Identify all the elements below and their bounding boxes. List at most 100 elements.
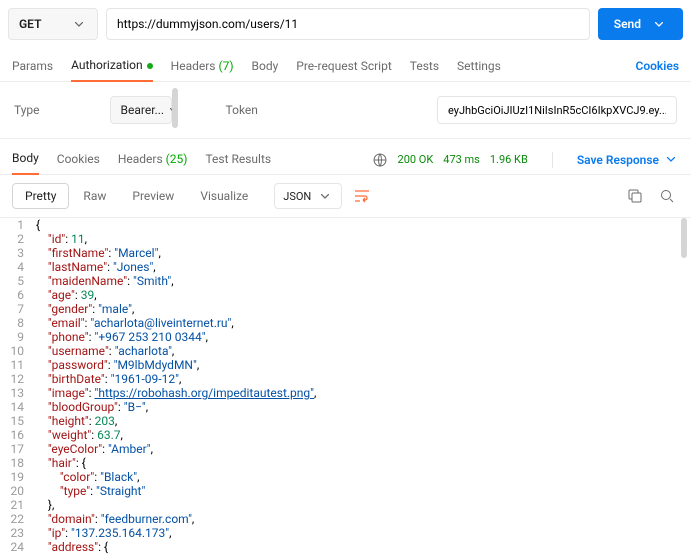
- line-content: "age": 39,: [36, 288, 97, 302]
- method-select[interactable]: GET: [8, 8, 98, 40]
- line-number: 11: [0, 358, 36, 372]
- chevron-down-icon: [651, 16, 667, 32]
- line-content: "id": 11,: [36, 232, 87, 246]
- line-number: 18: [0, 456, 36, 470]
- format-select[interactable]: JSON: [274, 183, 342, 209]
- view-preview-button[interactable]: Preview: [120, 184, 186, 208]
- line-number: 7: [0, 302, 36, 316]
- tab-prerequest[interactable]: Pre-request Script: [296, 53, 391, 81]
- cookies-link[interactable]: Cookies: [635, 53, 679, 81]
- line-number: 23: [0, 526, 36, 540]
- response-body[interactable]: 1{2 "id": 11,3 "firstName": "Marcel",4 "…: [0, 218, 691, 554]
- code-line: 23 "ip": "137.235.164.173",: [0, 526, 691, 540]
- wrap-lines-icon[interactable]: [354, 188, 370, 204]
- code-line: 3 "firstName": "Marcel",: [0, 246, 691, 260]
- copy-icon[interactable]: [627, 188, 643, 204]
- line-content: "maidenName": "Smith",: [36, 274, 174, 288]
- tab-headers[interactable]: Headers (7): [171, 53, 234, 81]
- code-line: 2 "id": 11,: [0, 232, 691, 246]
- tab-authorization[interactable]: Authorization: [71, 52, 153, 82]
- code-line: 14 "bloodGroup": "B−",: [0, 400, 691, 414]
- code-line: 4 "lastName": "Jones",: [0, 260, 691, 274]
- line-content: "address": {: [36, 540, 108, 554]
- tab-body[interactable]: Body: [252, 53, 279, 81]
- resp-tab-test-results[interactable]: Test Results: [205, 146, 271, 174]
- line-content: "image": "https://robohash.org/impeditau…: [36, 386, 316, 400]
- line-number: 20: [0, 484, 36, 498]
- line-content: "firstName": "Marcel",: [36, 246, 161, 260]
- chevron-down-icon: [317, 188, 333, 204]
- line-number: 4: [0, 260, 36, 274]
- url-input[interactable]: [106, 8, 590, 40]
- view-visualize-button[interactable]: Visualize: [188, 184, 260, 208]
- line-content: "username": "acharlota",: [36, 344, 174, 358]
- line-number: 24: [0, 540, 36, 554]
- line-content: {: [36, 218, 40, 232]
- line-number: 1: [0, 218, 36, 232]
- chevron-down-icon: [71, 16, 87, 32]
- tab-settings[interactable]: Settings: [457, 53, 501, 81]
- code-line: 7 "gender": "male",: [0, 302, 691, 316]
- line-content: },: [36, 498, 54, 512]
- line-number: 8: [0, 316, 36, 330]
- auth-type-select[interactable]: Bearer...: [110, 96, 172, 124]
- code-line: 8 "email": "acharlota@liveinternet.ru",: [0, 316, 691, 330]
- scrollbar-thumb[interactable]: [172, 88, 178, 128]
- line-number: 22: [0, 512, 36, 526]
- code-line: 11 "password": "M9lbMdydMN",: [0, 358, 691, 372]
- tab-tests[interactable]: Tests: [410, 53, 439, 81]
- code-line: 15 "height": 203,: [0, 414, 691, 428]
- chevron-down-icon: [663, 152, 679, 168]
- line-content: "domain": "feedburner.com",: [36, 512, 194, 526]
- line-content: "gender": "male",: [36, 302, 134, 316]
- code-line: 5 "maidenName": "Smith",: [0, 274, 691, 288]
- view-raw-button[interactable]: Raw: [71, 184, 118, 208]
- line-content: "bloodGroup": "B−",: [36, 400, 148, 414]
- line-number: 5: [0, 274, 36, 288]
- line-content: "lastName": "Jones",: [36, 260, 156, 274]
- resp-tab-cookies[interactable]: Cookies: [57, 146, 100, 174]
- line-number: 17: [0, 442, 36, 456]
- globe-icon: [372, 152, 388, 168]
- status-code: 200 OK: [398, 153, 434, 166]
- line-number: 13: [0, 386, 36, 400]
- code-line: 12 "birthDate": "1961-09-12",: [0, 372, 691, 386]
- code-line: 6 "age": 39,: [0, 288, 691, 302]
- resp-tab-headers[interactable]: Headers (25): [118, 146, 188, 174]
- line-content: "hair": {: [36, 456, 86, 470]
- send-label: Send: [614, 17, 641, 31]
- resp-tab-body[interactable]: Body: [12, 145, 39, 175]
- auth-type-label: Type: [14, 103, 40, 117]
- line-content: "color": "Black",: [36, 470, 139, 484]
- view-pretty-button[interactable]: Pretty: [12, 183, 69, 209]
- code-line: 9 "phone": "+967 253 210 0344",: [0, 330, 691, 344]
- code-line: 10 "username": "acharlota",: [0, 344, 691, 358]
- code-line: 22 "domain": "feedburner.com",: [0, 512, 691, 526]
- tab-params[interactable]: Params: [12, 53, 53, 81]
- line-content: "password": "M9lbMdydMN",: [36, 358, 199, 372]
- save-response-button[interactable]: Save Response: [577, 152, 679, 168]
- code-line: 19 "color": "Black",: [0, 470, 691, 484]
- code-line: 13 "image": "https://robohash.org/impedi…: [0, 386, 691, 400]
- send-button[interactable]: Send: [598, 8, 683, 40]
- line-number: 19: [0, 470, 36, 484]
- search-icon[interactable]: [659, 188, 675, 204]
- code-line: 21 },: [0, 498, 691, 512]
- line-content: "phone": "+967 253 210 0344",: [36, 330, 208, 344]
- line-number: 6: [0, 288, 36, 302]
- code-line: 17 "eyeColor": "Amber",: [0, 442, 691, 456]
- line-number: 14: [0, 400, 36, 414]
- token-input[interactable]: [437, 96, 677, 124]
- line-content: "height": 203,: [36, 414, 117, 428]
- line-content: "ip": "137.235.164.173",: [36, 526, 171, 540]
- scrollbar-thumb[interactable]: [681, 218, 687, 258]
- line-number: 16: [0, 428, 36, 442]
- modified-dot-icon: [147, 63, 153, 69]
- status-time: 473 ms: [443, 153, 480, 166]
- line-content: "eyeColor": "Amber",: [36, 442, 153, 456]
- code-line: 16 "weight": 63.7,: [0, 428, 691, 442]
- token-label: Token: [226, 103, 258, 117]
- line-number: 9: [0, 330, 36, 344]
- line-number: 12: [0, 372, 36, 386]
- line-number: 3: [0, 246, 36, 260]
